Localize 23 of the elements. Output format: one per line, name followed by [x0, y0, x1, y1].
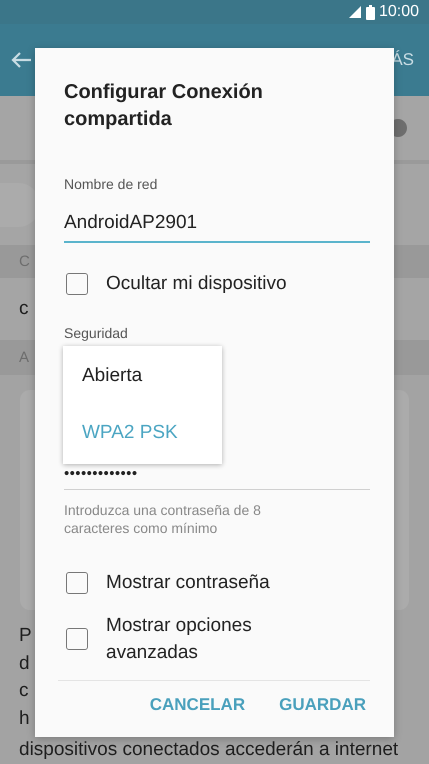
field-label: Seguridad — [64, 325, 129, 341]
back-arrow-icon — [10, 51, 32, 69]
paragraph-line: dispositivos conectados accederán a internet — [19, 738, 398, 762]
checkbox-label[interactable]: Mostrar contraseña — [106, 569, 336, 596]
checkbox[interactable] — [66, 628, 88, 650]
signal-icon — [348, 5, 362, 19]
item-title: c — [19, 298, 28, 320]
checkbox[interactable] — [66, 572, 88, 594]
dialog-title: Configurar Conexión compartida — [64, 80, 264, 132]
field-label: Nombre de red — [64, 176, 158, 192]
menu-item[interactable]: Abierta — [63, 356, 222, 404]
status-time: 10:00 — [378, 3, 419, 21]
checkbox-label[interactable]: Mostrar opciones avanzadas — [106, 612, 336, 666]
paragraph-line: h — [19, 706, 30, 730]
checkbox-label[interactable]: Ocultar mi dispositivo — [106, 270, 336, 297]
paragraph-line: d — [19, 652, 30, 676]
checkbox[interactable] — [66, 272, 88, 294]
network-name-field[interactable]: AndroidAP2901 — [64, 192, 370, 243]
hint-text: Introduzca una contraseña de 8 caracteres como mínimo — [64, 501, 262, 537]
paragraph-line: P — [19, 624, 32, 648]
battery-icon — [366, 4, 375, 20]
paragraph-line: c — [19, 679, 28, 703]
password-field[interactable]: ••••••••••••• — [64, 467, 370, 490]
